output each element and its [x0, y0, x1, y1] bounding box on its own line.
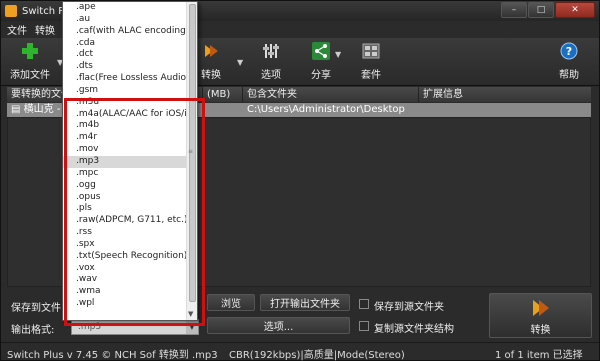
scroll-down-icon[interactable]: ▼ — [188, 310, 193, 318]
status-version: Switch Plus v 7.45 © NCH Sof 转换到 .mp3 — [7, 350, 218, 361]
column-size[interactable]: (MB) — [203, 87, 243, 102]
help-icon: ? — [560, 42, 578, 60]
app-logo-icon — [5, 5, 17, 17]
help-label: 帮助 — [559, 70, 579, 81]
maximize-button[interactable]: □ — [528, 2, 554, 18]
format-option[interactable]: .m4a(ALAC/AAC for iOS/iTunes) — [63, 109, 187, 121]
output-format-select[interactable]: .mp3 ▼ — [71, 319, 199, 335]
format-option[interactable]: .ogg — [63, 180, 187, 192]
svg-text:?: ? — [566, 45, 572, 58]
format-option[interactable]: .mpc — [63, 168, 187, 180]
share-label: 分享 — [311, 70, 331, 81]
share-button[interactable]: 分享 — [307, 42, 335, 81]
convert-toolbar-label: 转换 — [201, 70, 221, 81]
format-option[interactable]: .gsm — [63, 85, 187, 97]
format-option[interactable]: .rss — [63, 227, 187, 239]
options-toolbar-button[interactable]: 选项 — [257, 42, 285, 81]
suite-label: 套件 — [361, 70, 381, 81]
convert-icon — [205, 45, 218, 57]
output-format-label: 输出格式: — [11, 325, 55, 336]
format-option[interactable]: .spx — [63, 239, 187, 251]
minimize-button[interactable]: – — [501, 2, 527, 18]
options-icon — [263, 44, 279, 58]
share-dropdown-icon[interactable]: ▼ — [335, 50, 341, 59]
format-option[interactable]: .dct — [63, 49, 187, 61]
format-option[interactable]: .m4r — [63, 132, 187, 144]
convert-button[interactable]: 转换 — [489, 293, 592, 338]
add-files-button[interactable]: 添加文件 — [9, 42, 51, 81]
format-option[interactable]: .dts — [63, 61, 187, 73]
suite-icon — [362, 43, 380, 59]
format-option[interactable]: .au — [63, 14, 187, 26]
add-icon — [22, 43, 38, 59]
save-to-label: 保存到文件 — [11, 303, 61, 314]
copy-structure-label: 复制源文件夹结构 — [374, 324, 454, 335]
format-option[interactable]: .txt(Speech Recognition) — [63, 251, 187, 263]
status-bar: Switch Plus v 7.45 © NCH Sof 转换到 .mp3 CB… — [1, 342, 599, 361]
menu-convert[interactable]: 转换 — [35, 22, 55, 37]
format-option[interactable]: .wma — [63, 286, 187, 298]
convert-big-icon — [532, 300, 549, 316]
format-option[interactable]: .raw(ADPCM, G711, etc.) — [63, 215, 187, 227]
format-option[interactable]: .cda — [63, 38, 187, 50]
format-option[interactable]: .mov — [63, 144, 187, 156]
convert-toolbar-button[interactable]: 转换 — [197, 42, 225, 81]
file-icon: ▤ — [11, 104, 24, 115]
format-option[interactable]: .mp3 — [63, 155, 187, 168]
format-option[interactable]: .vox — [63, 263, 187, 275]
options-button[interactable]: 选项... — [207, 317, 350, 334]
convert-button-label: 转换 — [530, 325, 551, 336]
suite-button[interactable]: 套件 — [357, 42, 385, 81]
close-button[interactable]: ✕ — [555, 2, 595, 18]
copy-structure-checkbox[interactable] — [359, 321, 369, 331]
scroll-grip-icon: ≡ — [188, 148, 194, 155]
status-encoding: CBR(192kbps)|高质量|Mode(Stereo) — [229, 350, 405, 361]
format-option[interactable]: .m4b — [63, 120, 187, 132]
add-files-label: 添加文件 — [10, 70, 50, 81]
save-to-source-checkbox[interactable] — [359, 299, 369, 309]
help-button[interactable]: ? 帮助 — [555, 42, 583, 81]
format-option[interactable]: .ape — [63, 2, 187, 14]
format-options: .ape .au .caf(with ALAC encoding) .cda .dct.… — [63, 2, 197, 310]
window-controls: – □ ✕ — [501, 2, 595, 18]
format-option[interactable]: .opus — [63, 192, 187, 204]
status-selection: 1 of 1 item 已选择 — [495, 350, 583, 361]
format-option[interactable]: .pls — [63, 203, 187, 215]
format-option[interactable]: .flac(Free Lossless Audio Codec) — [63, 73, 187, 85]
format-option[interactable]: .wpl — [63, 298, 187, 310]
column-extended-info[interactable]: 扩展信息 — [419, 87, 591, 102]
format-option[interactable]: .caf(with ALAC encoding) — [63, 26, 187, 38]
file-folder-cell: C:\Users\Administrator\Desktop — [247, 104, 405, 115]
browse-button[interactable]: 浏览 — [207, 294, 255, 311]
menu-file[interactable]: 文件 — [7, 22, 27, 37]
convert-dropdown-icon[interactable]: ▼ — [237, 58, 243, 67]
share-icon — [312, 42, 330, 60]
open-output-folder-button[interactable]: 打开输出文件夹 — [260, 294, 350, 311]
dropdown-scrollbar[interactable]: ≡ ▼ — [186, 2, 197, 320]
output-format-value: .mp3 — [78, 322, 102, 332]
format-dropdown-list[interactable]: .ape .au .caf(with ALAC encoding) .cda .dct.… — [62, 1, 198, 321]
column-folder[interactable]: 包含文件夹 — [243, 87, 419, 102]
format-option[interactable]: .wav — [63, 274, 187, 286]
app-window: Switch Plus – □ ✕ 文件 转换 编 添加文件 ▼ 转换 ▼ — [0, 0, 600, 361]
save-to-source-label: 保存到源文件夹 — [374, 302, 444, 313]
options-toolbar-label: 选项 — [261, 70, 281, 81]
format-option[interactable]: .m3u — [63, 97, 187, 109]
file-name: 横山克 - — [23, 104, 61, 115]
chevron-down-icon[interactable]: ▼ — [186, 320, 198, 334]
